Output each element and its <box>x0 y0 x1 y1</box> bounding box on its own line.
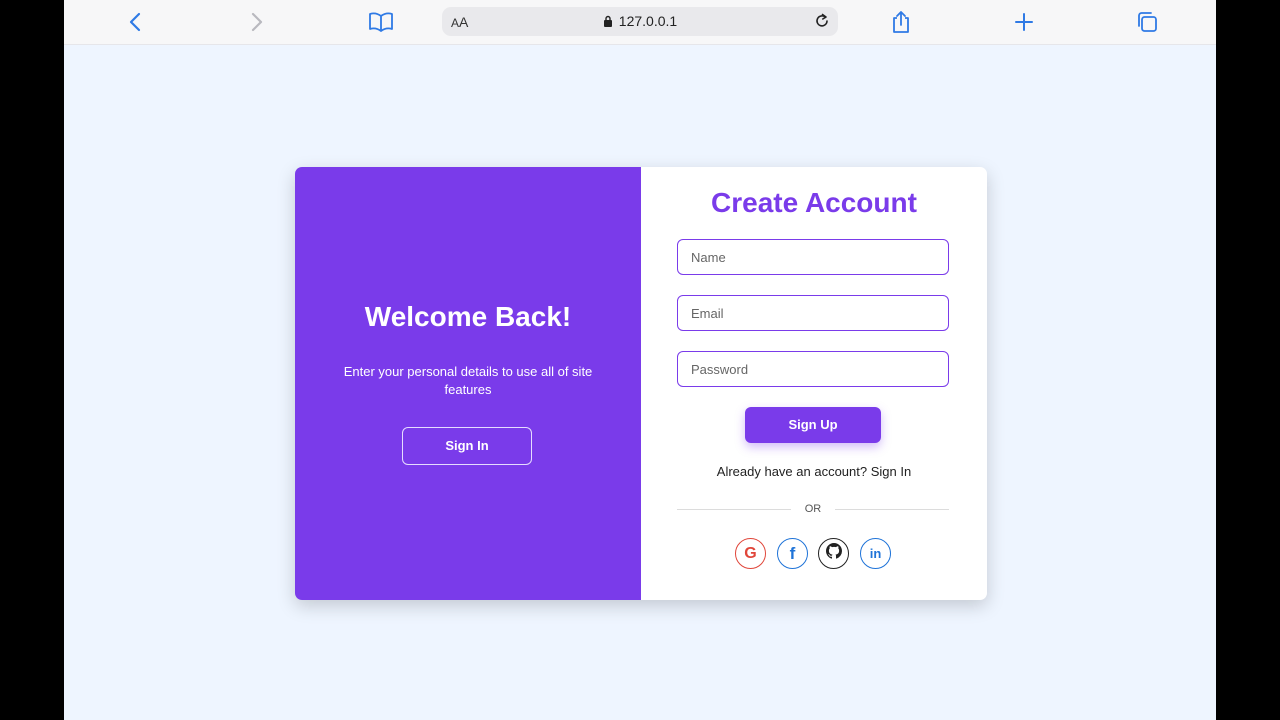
browser-toolbar: AA 127.0.0.1 <box>64 0 1216 45</box>
already-account-row: Already have an account? Sign In <box>641 464 987 479</box>
sign-up-button[interactable]: Sign Up <box>745 407 881 443</box>
sign-in-link[interactable]: Sign In <box>871 464 911 479</box>
plus-icon[interactable] <box>1010 8 1038 36</box>
create-account-title: Create Account <box>711 187 917 218</box>
sign-in-button[interactable]: Sign In <box>402 427 532 465</box>
github-button[interactable] <box>818 538 849 569</box>
already-account-text: Already have an account? <box>716 464 868 479</box>
google-button[interactable]: G <box>735 538 766 569</box>
password-input[interactable] <box>677 351 949 387</box>
facebook-icon: f <box>789 543 796 563</box>
or-label: OR <box>804 503 822 515</box>
welcome-panel: Welcome Back! Enter your personal detail… <box>295 167 641 600</box>
welcome-title: Welcome Back! <box>364 301 572 332</box>
linkedin-icon: in <box>869 546 882 561</box>
or-divider: OR <box>677 502 949 518</box>
book-icon[interactable] <box>367 8 395 36</box>
share-icon[interactable] <box>887 8 915 36</box>
chevron-right-icon[interactable] <box>243 8 271 36</box>
address-bar[interactable]: AA 127.0.0.1 <box>442 7 838 36</box>
auth-card: Welcome Back! Enter your personal detail… <box>295 167 987 600</box>
url-text: 127.0.0.1 <box>618 13 678 29</box>
facebook-button[interactable]: f <box>777 538 808 569</box>
lock-icon <box>603 14 613 30</box>
chevron-left-icon[interactable] <box>121 8 149 36</box>
name-input[interactable] <box>677 239 949 275</box>
browser-window: AA 127.0.0.1 Welcome Back! Enter your pe… <box>64 0 1216 720</box>
github-icon <box>825 543 842 564</box>
reload-icon[interactable] <box>810 9 834 33</box>
linkedin-button[interactable]: in <box>860 538 891 569</box>
google-icon: G <box>744 544 757 562</box>
signup-panel: Create Account Sign Up Already have an a… <box>641 167 987 600</box>
welcome-subtitle: Enter your personal details to use all o… <box>343 364 593 397</box>
tabs-icon[interactable] <box>1133 8 1161 36</box>
email-input[interactable] <box>677 295 949 331</box>
url-display[interactable]: 127.0.0.1 <box>442 13 838 30</box>
